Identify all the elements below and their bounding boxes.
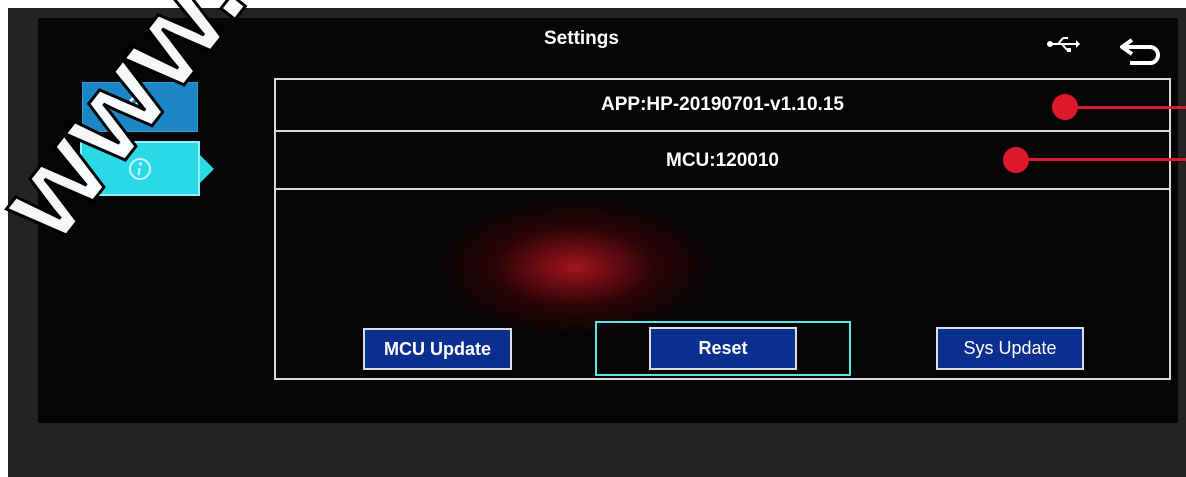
mcu-update-button[interactable]: MCU Update [363, 328, 512, 370]
selected-pointer [200, 155, 214, 183]
info-icon [129, 157, 151, 180]
app-version-text: APP:HP-20190701-v1.10.15 [601, 94, 844, 115]
sys-update-button[interactable]: Sys Update [936, 327, 1084, 370]
annotation-dot-app [1052, 94, 1078, 120]
app-version-row: APP:HP-20190701-v1.10.15 [276, 80, 1169, 132]
annotation-dot-mcu [1003, 147, 1029, 173]
page-title: Settings [544, 28, 619, 49]
gear-icon [129, 93, 151, 121]
reset-button[interactable]: Reset [649, 327, 797, 370]
usb-icon [1047, 37, 1080, 52]
mcu-version-text: MCU:120010 [666, 150, 779, 171]
mcu-version-row: MCU:120010 [276, 134, 1169, 190]
sidebar-item-info[interactable] [80, 141, 200, 196]
back-arrow-icon[interactable] [1118, 34, 1166, 68]
annotation-line-mcu [1018, 158, 1186, 161]
sidebar-item-settings[interactable] [82, 82, 198, 132]
annotation-line-app [1070, 106, 1186, 109]
